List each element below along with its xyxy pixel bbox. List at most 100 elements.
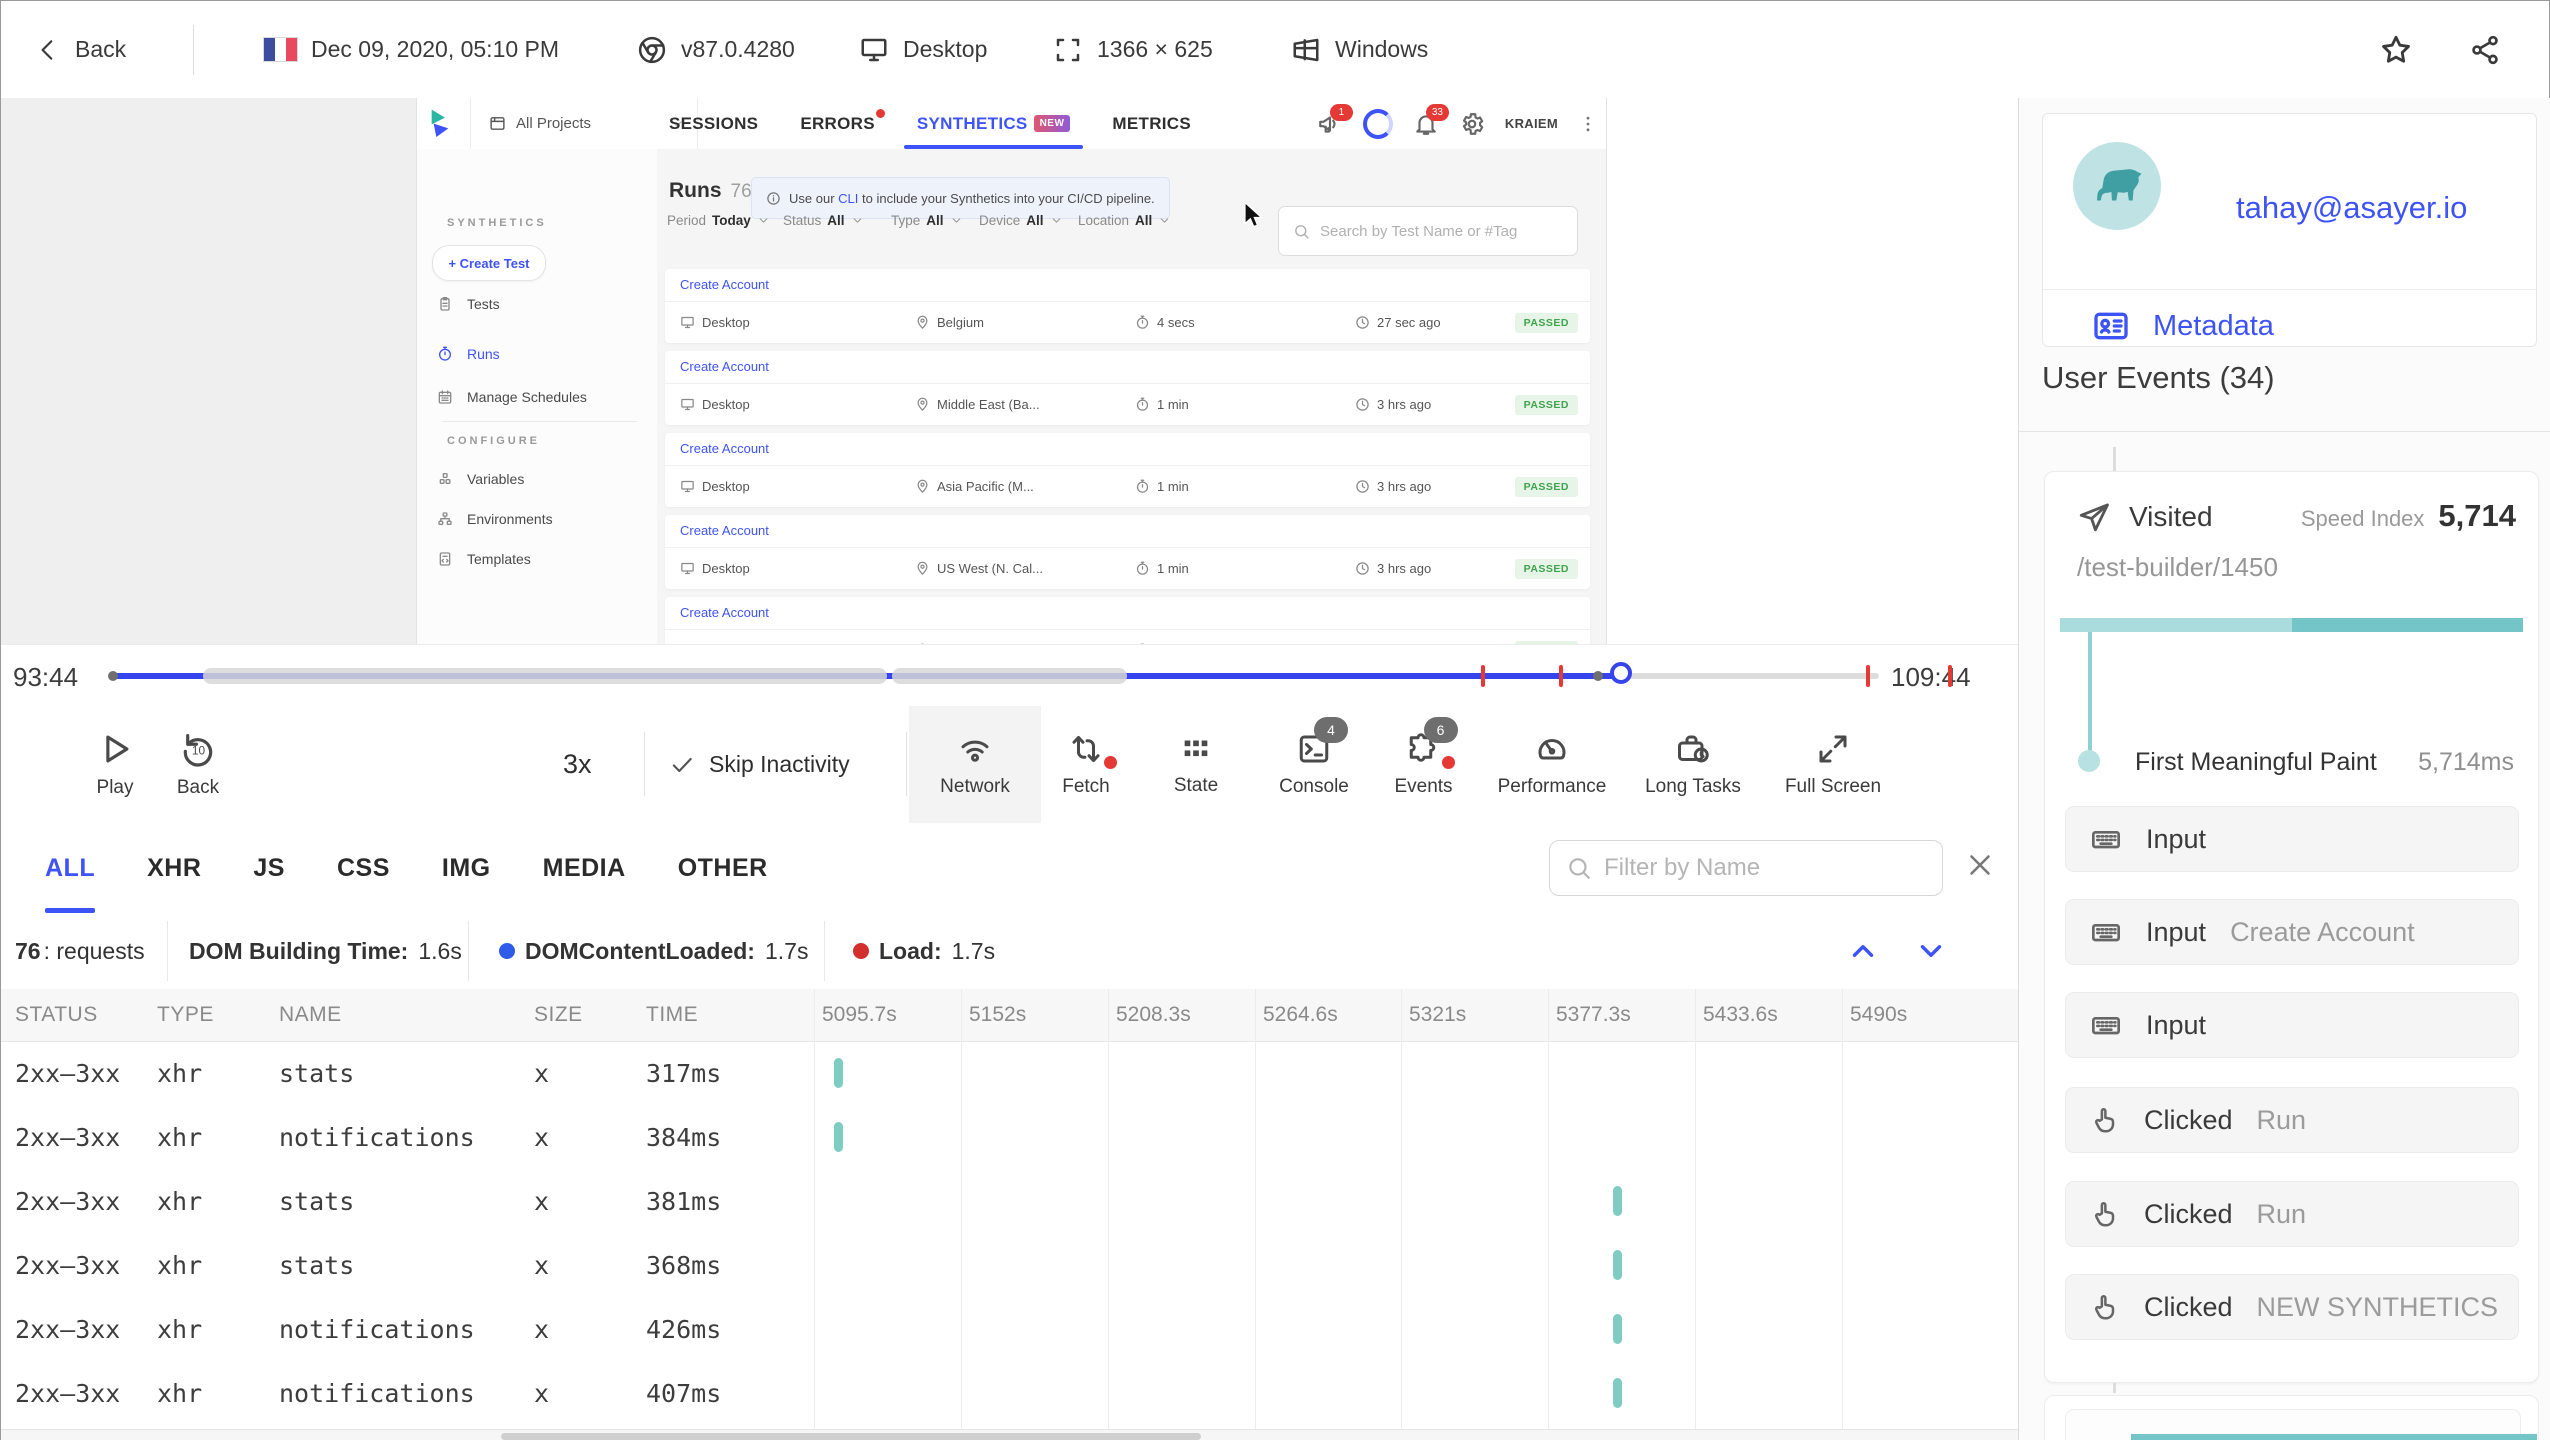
event-marker[interactable] [108, 671, 118, 681]
run-name-link[interactable]: Create Account [680, 605, 769, 620]
user-event-clicked-run[interactable]: Clicked Run [2065, 1087, 2519, 1153]
visited-event[interactable]: Visited [2077, 500, 2213, 534]
sidebar-item-runs[interactable]: Runs [437, 341, 500, 367]
cli-link[interactable]: CLI [838, 191, 858, 206]
panel-toggle-performance[interactable]: Performance [1487, 706, 1617, 823]
user-menu[interactable]: KRAIEM [1505, 116, 1558, 131]
user-event-clicked-new-synthetics[interactable]: Clicked NEW SYNTHETICS [2065, 1274, 2519, 1340]
panel-toggle-fetch[interactable]: Fetch [1041, 706, 1131, 823]
back-10s-button[interactable]: 10 Back [153, 706, 243, 823]
back-button[interactable]: Back [35, 1, 126, 98]
player-controls: Play 10 Back 3x Skip Inactivity Network … [1, 706, 2018, 824]
inactivity-segment [203, 668, 887, 684]
panel-toggle-full-screen[interactable]: Full Screen [1773, 706, 1893, 823]
app-nav-tab-metrics[interactable]: METRICS [1091, 98, 1212, 149]
app-nav-tab-sessions[interactable]: SESSIONS [648, 98, 779, 149]
metrics-connector [2088, 632, 2092, 764]
settings-button[interactable] [1459, 111, 1485, 137]
run-name-link[interactable]: Create Account [680, 523, 769, 538]
network-request-row[interactable]: 2xx–3xx xhr notifications x 407ms [1, 1361, 2018, 1425]
sidebar-item-environments[interactable]: Environments [437, 506, 553, 532]
filter-status[interactable]: Status All [783, 213, 864, 228]
network-request-row[interactable]: 2xx–3xx xhr stats x 317ms [1, 1041, 2018, 1105]
favorite-star-button[interactable] [2379, 1, 2413, 98]
filter-device[interactable]: Device All [979, 213, 1063, 228]
run-name-link[interactable]: Create Account [680, 277, 769, 292]
timeline-track[interactable] [108, 662, 1952, 687]
network-tab-media[interactable]: MEDIA [543, 823, 626, 913]
issue-marker[interactable] [1866, 665, 1871, 687]
network-filter-input[interactable]: Filter by Name [1549, 840, 1943, 896]
network-tab-css[interactable]: CSS [337, 823, 390, 913]
app-nav-tab-synthetics[interactable]: SYNTHETICS NEW [896, 98, 1092, 149]
more-menu-button[interactable] [1578, 112, 1598, 136]
network-tab-js[interactable]: JS [253, 823, 285, 913]
visited-url[interactable]: /test-builder/1450 [2077, 552, 2278, 583]
filter-location[interactable]: Location All [1078, 213, 1171, 228]
jump-prev-button[interactable] [1846, 934, 1880, 968]
replay-stage: All Projects SESSIONS ERRORS SYNTHETICS N… [1, 98, 2018, 644]
create-test-button[interactable]: + Create Test [432, 245, 546, 281]
run-card[interactable]: Create Account Desktop US West (N. Cal..… [665, 515, 1590, 589]
speed-toggle[interactable]: 3x [563, 706, 592, 823]
announcements-button[interactable]: 1 [1317, 103, 1353, 137]
share-button[interactable] [2469, 1, 2501, 98]
network-tab-all[interactable]: ALL [45, 823, 96, 913]
event-connector [2113, 447, 2116, 471]
run-card[interactable]: Create Account Desktop Asia Pacific (M..… [665, 433, 1590, 507]
event-marker[interactable] [1593, 671, 1604, 681]
app-logo-icon [425, 107, 457, 139]
sidebar-item-templates[interactable]: Templates [437, 546, 531, 572]
filter-period[interactable]: Period Today [667, 213, 770, 228]
network-tab-img[interactable]: IMG [442, 823, 491, 913]
issue-marker[interactable] [1947, 665, 1952, 687]
app-nav-tab-errors[interactable]: ERRORS [779, 98, 896, 149]
playhead-handle[interactable] [1610, 662, 1633, 684]
skip-inactivity-toggle[interactable]: Skip Inactivity [669, 706, 850, 823]
project-name: All Projects [516, 115, 592, 132]
run-name-link[interactable]: Create Account [680, 441, 769, 456]
issue-marker[interactable] [1559, 665, 1564, 687]
metadata-button[interactable]: Metadata [2091, 306, 2274, 346]
search-placeholder: Search by Test Name or #Tag [1320, 222, 1518, 240]
search-icon [1566, 855, 1592, 881]
run-card[interactable]: Create Account Desktop Middle East (Ba..… [665, 351, 1590, 425]
network-tab-xhr[interactable]: XHR [147, 823, 201, 913]
panel-toggle-console[interactable]: 4 Console [1259, 706, 1369, 823]
jump-next-button[interactable] [1914, 934, 1948, 968]
test-search-input[interactable]: Search by Test Name or #Tag [1278, 206, 1578, 256]
network-request-row[interactable]: 2xx–3xx xhr notifications x 426ms [1, 1297, 2018, 1361]
column-header-name: NAME [279, 1003, 342, 1026]
network-tab-other[interactable]: OTHER [678, 823, 768, 913]
issue-marker[interactable] [1481, 665, 1486, 687]
sidebar-item-variables[interactable]: Variables [437, 466, 524, 492]
user-event-input[interactable]: Input [2065, 806, 2519, 872]
star-icon [2379, 33, 2413, 67]
panel-toggle-long-tasks[interactable]: Long Tasks [1633, 706, 1753, 823]
divider [2043, 289, 2536, 290]
panel-toggle-events[interactable]: 6 Events [1376, 706, 1471, 823]
user-events-title: User Events (34) [2042, 360, 2275, 395]
chevron-down-icon [1050, 214, 1063, 227]
filter-type[interactable]: Type All [891, 213, 963, 228]
user-email[interactable]: tahay@asayer.io [2236, 190, 2467, 226]
sidebar-item-tests[interactable]: Tests [437, 291, 500, 317]
sidebar-item-manage-schedules[interactable]: Manage Schedules [437, 384, 587, 410]
panel-toggle-network[interactable]: Network [909, 706, 1041, 823]
play-button[interactable]: Play [75, 706, 155, 823]
network-request-row[interactable]: 2xx–3xx xhr stats x 381ms [1, 1169, 2018, 1233]
status-badge: PASSED [1514, 312, 1578, 333]
scrollbar-thumb[interactable] [501, 1433, 1201, 1440]
network-request-row[interactable]: 2xx–3xx xhr stats x 368ms [1, 1233, 2018, 1297]
user-event-input-create-account[interactable]: Input Create Account [2065, 899, 2519, 965]
notifications-button[interactable]: 33 [1413, 103, 1449, 137]
user-event-clicked-run[interactable]: Clicked Run [2065, 1181, 2519, 1247]
network-request-row[interactable]: 2xx–3xx xhr notifications x 384ms [1, 1105, 2018, 1169]
run-card[interactable]: Create Account Desktop Canada (Central) … [665, 597, 1590, 644]
panel-toggle-state[interactable]: State [1151, 706, 1241, 823]
run-name-link[interactable]: Create Account [680, 359, 769, 374]
run-card[interactable]: Create Account Desktop Belgium 4 secs 27… [665, 269, 1590, 343]
close-panel-button[interactable] [1963, 848, 1997, 882]
announcements-badge: 1 [1329, 103, 1353, 121]
user-event-input[interactable]: Input [2065, 992, 2519, 1058]
